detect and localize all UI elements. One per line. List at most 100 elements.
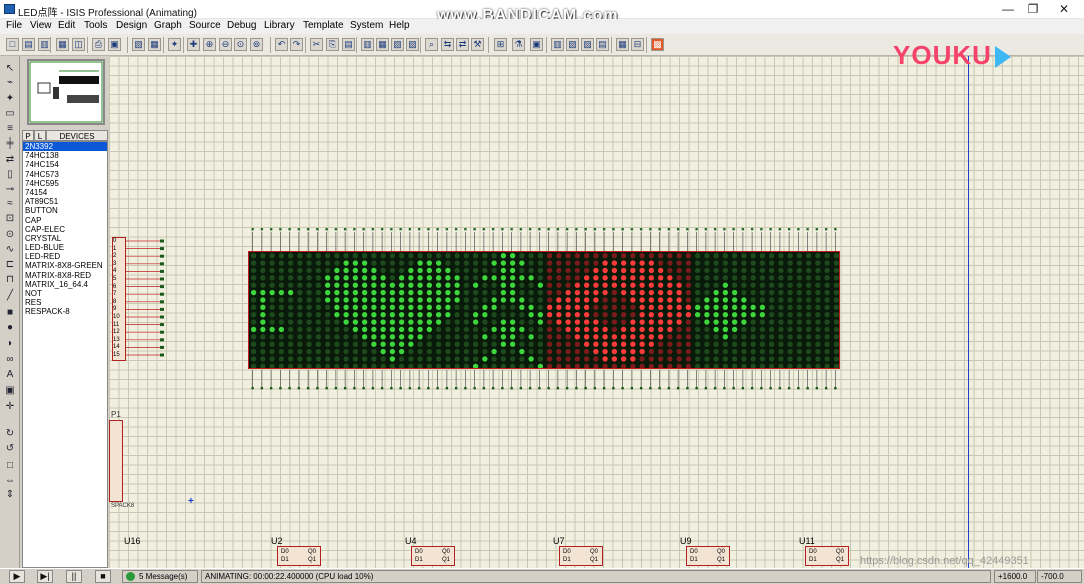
pause-icon[interactable]: || bbox=[66, 570, 82, 583]
mode-tool-icon[interactable]: ● bbox=[3, 321, 17, 334]
menu-graph[interactable]: Graph bbox=[154, 20, 182, 31]
toolbar-tool-icon[interactable]: ▦ bbox=[616, 38, 629, 51]
mode-tool-icon[interactable]: ╱ bbox=[3, 289, 17, 302]
mode-tool-icon[interactable]: A bbox=[3, 368, 17, 381]
device-item[interactable]: CRYSTAL bbox=[23, 234, 107, 243]
menu-tools[interactable]: Tools bbox=[84, 20, 107, 31]
device-item[interactable]: RES bbox=[23, 298, 107, 307]
toolbar-tool-icon[interactable]: ⊖ bbox=[219, 38, 232, 51]
toolbar-tool-icon[interactable]: ⎙ bbox=[92, 38, 105, 51]
toolbar-tool-icon[interactable]: ▤ bbox=[22, 38, 35, 51]
menu-view[interactable]: View bbox=[30, 20, 52, 31]
messages-field[interactable]: 5 Message(s) bbox=[122, 570, 198, 583]
toolbar-tool-icon[interactable]: ↶ bbox=[275, 38, 288, 51]
mode-tool-icon[interactable]: ⊏ bbox=[3, 258, 17, 271]
toolbar-tool-icon[interactable]: ▥ bbox=[361, 38, 374, 51]
toolbar-tool-icon[interactable]: ⊙ bbox=[234, 38, 247, 51]
mode-tool-icon[interactable]: ▯ bbox=[3, 168, 17, 181]
device-item[interactable]: CAP-ELEC bbox=[23, 225, 107, 234]
menu-file[interactable]: File bbox=[6, 20, 22, 31]
mode-tool-icon[interactable]: ╪ bbox=[3, 137, 17, 150]
toolbar-tool-icon[interactable]: ▩ bbox=[651, 38, 664, 51]
toolbar-tool-icon[interactable]: ▤ bbox=[342, 38, 355, 51]
latch-chip[interactable]: D0 D1 Q0 Q1 bbox=[686, 546, 730, 566]
restore-button[interactable]: ❐ bbox=[1019, 2, 1047, 17]
toolbar-tool-icon[interactable]: ⊕ bbox=[203, 38, 216, 51]
toolbar-tool-icon[interactable]: ▨ bbox=[406, 38, 419, 51]
toolbar-tool-icon[interactable]: □ bbox=[6, 38, 19, 51]
toolbar-tool-icon[interactable]: ⚗ bbox=[512, 38, 525, 51]
mode-tool-icon[interactable]: ▭ bbox=[3, 107, 17, 120]
mode-tool-icon[interactable]: □ bbox=[3, 459, 17, 472]
play-icon[interactable]: ▶ bbox=[9, 570, 25, 583]
device-item[interactable]: 2N3392 bbox=[23, 142, 107, 152]
toolbar-tool-icon[interactable]: ✚ bbox=[187, 38, 200, 51]
mode-tool-icon[interactable]: ↻ bbox=[3, 427, 17, 440]
toolbar-tool-icon[interactable]: ✂ bbox=[310, 38, 323, 51]
device-list[interactable]: 2N3392 74HC138 74HC154 74HC573 74HC595 74154 A… bbox=[22, 141, 108, 568]
device-item[interactable]: 74154 bbox=[23, 188, 107, 197]
step-icon[interactable]: ▶| bbox=[37, 570, 53, 583]
mode-tool-icon[interactable]: ▣ bbox=[3, 384, 17, 397]
toolbar-tool-icon[interactable]: ▥ bbox=[551, 38, 564, 51]
device-item[interactable]: 74HC595 bbox=[23, 179, 107, 188]
toolbar-tool-icon[interactable]: ⊞ bbox=[494, 38, 507, 51]
device-item[interactable]: AT89C51 bbox=[23, 197, 107, 206]
toolbar-tool-icon[interactable]: ▧ bbox=[132, 38, 145, 51]
tab-library[interactable]: L bbox=[34, 130, 46, 141]
respack-component[interactable] bbox=[109, 420, 123, 502]
toolbar-tool-icon[interactable]: ▧ bbox=[391, 38, 404, 51]
toolbar-tool-icon[interactable]: ⎘ bbox=[326, 38, 339, 51]
device-item[interactable]: 74HC154 bbox=[23, 160, 107, 169]
device-item[interactable]: 74HC573 bbox=[23, 170, 107, 179]
device-item[interactable]: RESPACK-8 bbox=[23, 307, 107, 316]
toolbar-tool-icon[interactable]: ✦ bbox=[168, 38, 181, 51]
minimize-button[interactable]: — bbox=[994, 2, 1022, 17]
device-item[interactable]: MATRIX_16_64.4 bbox=[23, 280, 107, 289]
device-item[interactable]: MATRIX-8X8-RED bbox=[23, 271, 107, 280]
menu-design[interactable]: Design bbox=[116, 20, 147, 31]
toolbar-tool-icon[interactable]: ⊟ bbox=[631, 38, 644, 51]
mode-tool-icon[interactable]: ✛ bbox=[3, 400, 17, 413]
toolbar-tool-icon[interactable]: ▣ bbox=[530, 38, 543, 51]
menu-source[interactable]: Source bbox=[189, 20, 221, 31]
device-item[interactable]: LED-BLUE bbox=[23, 243, 107, 252]
toolbar-tool-icon[interactable]: ◫ bbox=[72, 38, 85, 51]
toolbar-tool-icon[interactable]: ⚒ bbox=[471, 38, 484, 51]
mode-tool-icon[interactable]: ⌁ bbox=[3, 76, 17, 89]
led-matrix-display[interactable] bbox=[248, 251, 840, 369]
toolbar-tool-icon[interactable]: ▧ bbox=[566, 38, 579, 51]
tab-pick[interactable]: P bbox=[22, 130, 34, 141]
menu-help[interactable]: Help bbox=[389, 20, 410, 31]
close-button[interactable]: ✕ bbox=[1050, 2, 1078, 17]
menu-edit[interactable]: Edit bbox=[58, 20, 75, 31]
menu-system[interactable]: System bbox=[350, 20, 383, 31]
stop-icon[interactable]: ■ bbox=[95, 570, 111, 583]
mode-tool-icon[interactable]: ⊡ bbox=[3, 212, 17, 225]
latch-chip[interactable]: D0 D1 Q0 Q1 bbox=[277, 546, 321, 566]
toolbar-tool-icon[interactable]: ▤ bbox=[596, 38, 609, 51]
toolbar-tool-icon[interactable]: ↷ bbox=[290, 38, 303, 51]
mode-tool-icon[interactable]: ≡ bbox=[3, 122, 17, 135]
mode-tool-icon[interactable]: ⇄ bbox=[3, 153, 17, 166]
mode-tool-icon[interactable]: ≈ bbox=[3, 197, 17, 210]
menu-debug[interactable]: Debug bbox=[227, 20, 256, 31]
device-item[interactable]: BUTTON bbox=[23, 206, 107, 215]
toolbar-tool-icon[interactable]: ⇄ bbox=[456, 38, 469, 51]
latch-chip[interactable]: D0 D1 Q0 Q1 bbox=[411, 546, 455, 566]
toolbar-tool-icon[interactable]: ▣ bbox=[108, 38, 121, 51]
menu-library[interactable]: Library bbox=[264, 20, 295, 31]
mode-tool-icon[interactable]: ∿ bbox=[3, 243, 17, 256]
toolbar-tool-icon[interactable]: ⊚ bbox=[250, 38, 263, 51]
device-item[interactable]: MATRIX-8X8-GREEN bbox=[23, 261, 107, 270]
mode-tool-icon[interactable]: ∞ bbox=[3, 353, 17, 366]
device-item[interactable]: LED-RED bbox=[23, 252, 107, 261]
toolbar-tool-icon[interactable]: ⌕ bbox=[425, 38, 438, 51]
mode-tool-icon[interactable]: ✦ bbox=[3, 92, 17, 105]
toolbar-tool-icon[interactable]: ▦ bbox=[148, 38, 161, 51]
latch-chip[interactable]: D0 D1 Q0 Q1 bbox=[805, 546, 849, 566]
mode-tool-icon[interactable]: ⇕ bbox=[3, 488, 17, 501]
mode-tool-icon[interactable]: ⇔ bbox=[3, 474, 17, 487]
device-item[interactable]: CAP bbox=[23, 216, 107, 225]
toolbar-tool-icon[interactable]: ▦ bbox=[376, 38, 389, 51]
